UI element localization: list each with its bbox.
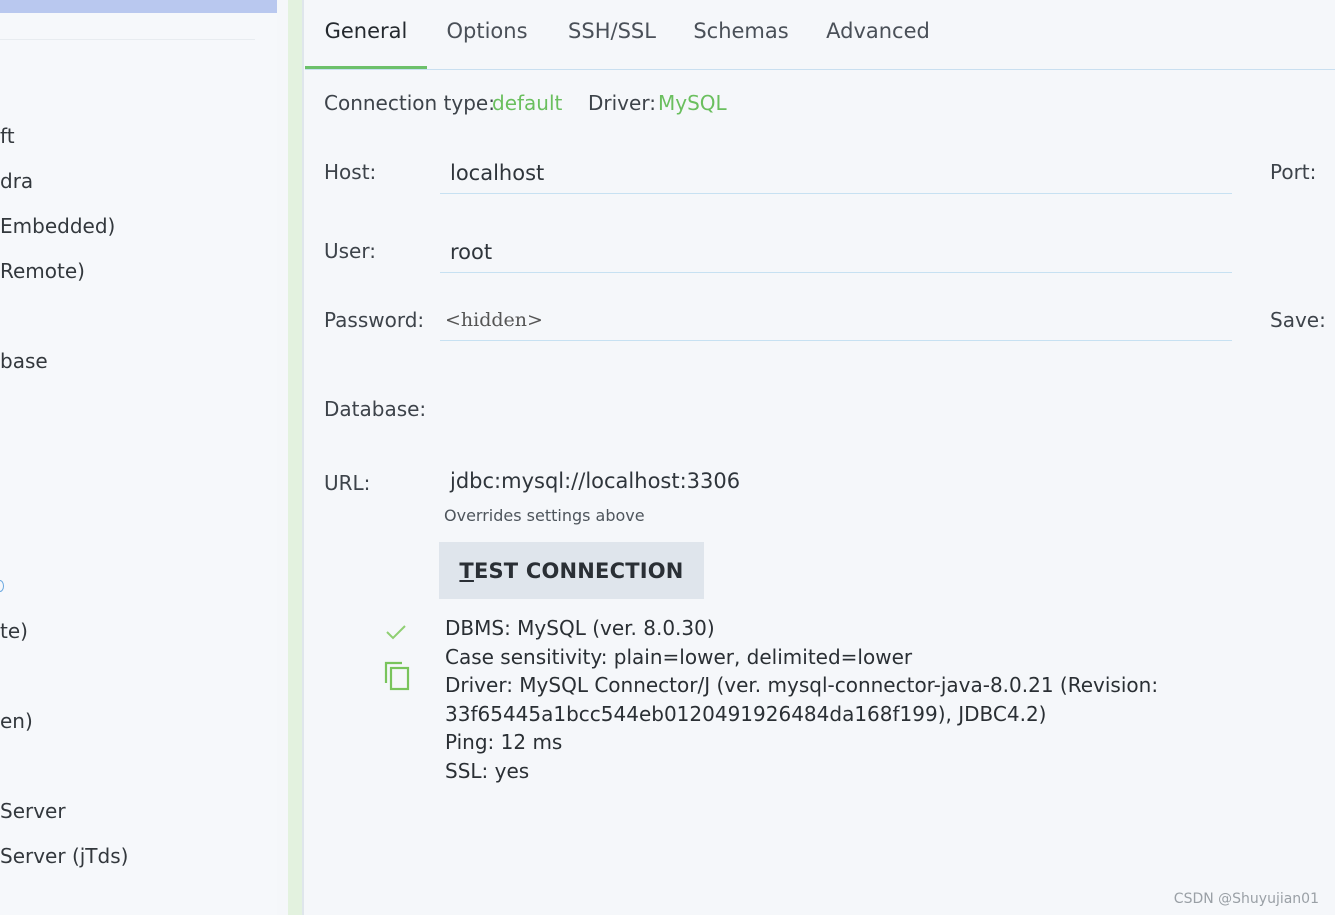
url-hint: Overrides settings above bbox=[444, 506, 645, 525]
user-input[interactable]: root bbox=[440, 231, 1232, 273]
mnemonic-letter: T bbox=[459, 558, 474, 583]
copy-icon[interactable] bbox=[382, 660, 412, 696]
sidebar-item[interactable]: Remote) bbox=[0, 259, 85, 283]
result-driver-revision: 33f65445a1bcc544eb0120491926484da168f199… bbox=[445, 701, 1047, 726]
tab-options[interactable]: Options bbox=[435, 0, 539, 68]
result-case-sensitivity: Case sensitivity: plain=lower, delimited… bbox=[445, 644, 913, 669]
panel-splitter[interactable] bbox=[288, 0, 302, 915]
success-check-icon bbox=[384, 622, 408, 646]
watermark: CSDN @Shuyujian01 bbox=[1173, 891, 1319, 907]
connection-test-result: DBMS: MySQL (ver. 8.0.30) Case sensitivi… bbox=[445, 614, 1158, 786]
password-label: Password: bbox=[324, 308, 425, 332]
tab-general[interactable]: General bbox=[305, 0, 427, 69]
result-driver: Driver: MySQL Connector/J (ver. mysql-co… bbox=[445, 673, 1159, 698]
settings-tabs: General Options SSH/SSL Schemas Advanced bbox=[305, 0, 1335, 70]
connection-type-label: Connection type: bbox=[324, 91, 495, 115]
selected-list-item[interactable] bbox=[0, 0, 277, 13]
sidebar-item[interactable]: Embedded) bbox=[0, 214, 115, 238]
sidebar-item[interactable]: te) bbox=[0, 619, 28, 643]
connection-type-link[interactable]: default bbox=[492, 91, 562, 115]
host-input[interactable]: localhost bbox=[440, 152, 1232, 194]
test-connection-button[interactable]: T EST CONNECTION bbox=[439, 542, 704, 599]
result-ssl: SSL: yes bbox=[445, 758, 530, 783]
host-label: Host: bbox=[324, 160, 377, 184]
user-label: User: bbox=[324, 239, 376, 263]
sidebar-item[interactable]: ft bbox=[0, 124, 15, 148]
sidebar-item-icon bbox=[0, 580, 4, 592]
sidebar-item[interactable]: Server bbox=[0, 799, 66, 823]
tab-advanced[interactable]: Advanced bbox=[817, 0, 939, 68]
password-input[interactable]: <hidden> bbox=[440, 299, 1232, 341]
splitter-divider bbox=[302, 0, 304, 915]
sidebar-item[interactable]: en) bbox=[0, 709, 33, 733]
result-dbms: DBMS: MySQL (ver. 8.0.30) bbox=[445, 616, 715, 640]
result-ping: Ping: 12 ms bbox=[445, 730, 563, 755]
database-label: Database: bbox=[324, 397, 427, 421]
sidebar-item[interactable]: dra bbox=[0, 169, 33, 193]
url-input[interactable]: jdbc:mysql://localhost:3306 bbox=[450, 469, 740, 493]
tab-schemas[interactable]: Schemas bbox=[685, 0, 797, 68]
url-label: URL: bbox=[324, 471, 371, 495]
driver-list-sidebar: ft dra Embedded) Remote) base te) en) Se… bbox=[0, 0, 277, 915]
sidebar-item[interactable]: Server (jTds) bbox=[0, 844, 128, 868]
sidebar-divider bbox=[0, 39, 255, 40]
driver-label: Driver: bbox=[588, 91, 656, 115]
port-label: Port: bbox=[1270, 160, 1317, 184]
button-label: EST CONNECTION bbox=[473, 558, 684, 583]
tab-ssh-ssl[interactable]: SSH/SSL bbox=[559, 0, 665, 68]
save-password-label: Save: bbox=[1270, 308, 1326, 332]
driver-link[interactable]: MySQL bbox=[658, 91, 727, 115]
sidebar-item[interactable]: base bbox=[0, 349, 48, 373]
